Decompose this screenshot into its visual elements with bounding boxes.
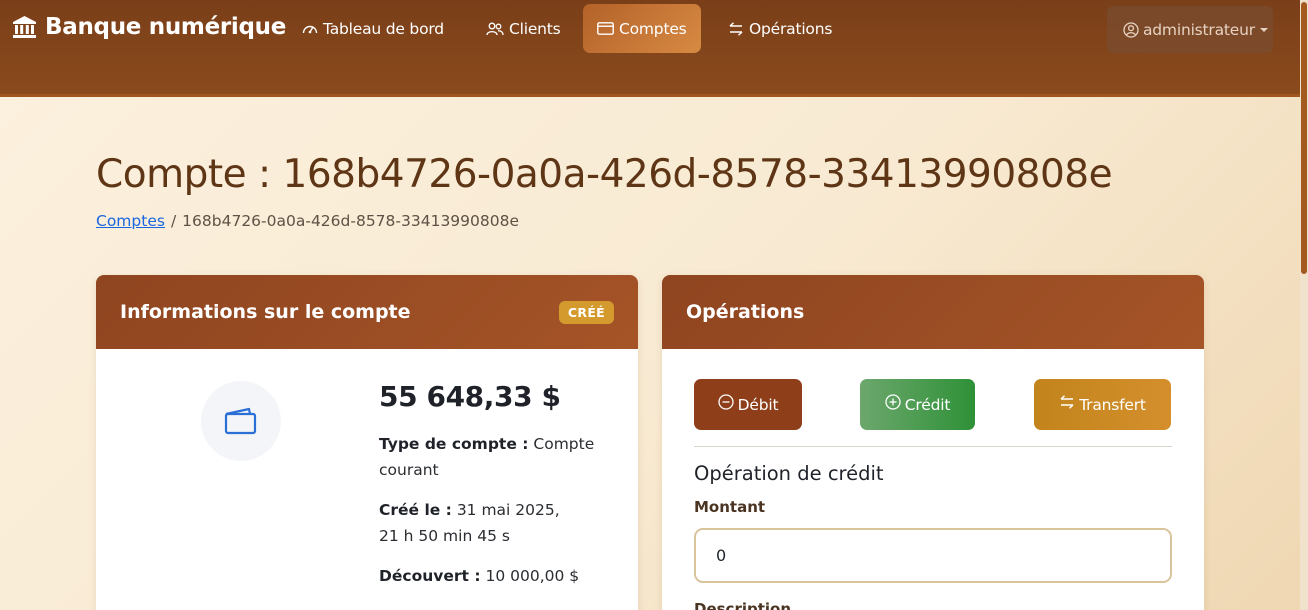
card-title: Informations sur le compte xyxy=(120,301,411,323)
nav-label: Opérations xyxy=(749,19,833,38)
nav-label: Tableau de bord xyxy=(323,19,444,38)
debit-button[interactable]: Débit xyxy=(694,379,802,430)
overdraft-label: Découvert : xyxy=(379,567,481,585)
credit-label: Crédit xyxy=(904,395,951,414)
account-avatar xyxy=(201,381,281,461)
nav-label: Clients xyxy=(509,19,561,38)
arrows-exchange-icon xyxy=(1060,394,1074,409)
nav-comptes[interactable]: Comptes xyxy=(583,4,701,53)
scrollbar-thumb[interactable] xyxy=(1301,2,1307,274)
created-row: Créé le : 31 mai 2025, 21 h 50 min 45 s xyxy=(379,497,609,549)
overdraft-row: Découvert : 10 000,00 $ xyxy=(379,563,609,589)
credit-button[interactable]: Crédit xyxy=(860,379,975,430)
nav-clients[interactable]: Clients xyxy=(472,4,575,53)
chevron-down-icon xyxy=(1259,27,1268,32)
account-balance: 55 648,33 $ xyxy=(379,380,561,413)
card-icon xyxy=(597,22,614,35)
people-icon xyxy=(486,22,504,35)
amount-label: Montant xyxy=(694,498,766,516)
transfer-label: Transfert xyxy=(1079,395,1146,414)
debit-label: Débit xyxy=(737,395,779,414)
divider xyxy=(694,446,1172,447)
operation-type-buttons: Débit Crédit Transfert xyxy=(694,379,1172,430)
transfer-button[interactable]: Transfert xyxy=(1034,379,1171,430)
top-navbar: Banque numérique Tableau de bord Clients… xyxy=(0,0,1308,97)
scrollbar[interactable] xyxy=(1300,0,1308,610)
card-header: Opérations xyxy=(662,275,1204,349)
arrows-exchange-icon xyxy=(729,21,743,36)
card-header: Informations sur le compte CRÉÉ xyxy=(96,275,638,349)
minus-circle-icon xyxy=(717,393,734,410)
breadcrumb-link-comptes[interactable]: Comptes xyxy=(96,212,165,230)
nav-label: Comptes xyxy=(619,19,687,38)
page-title: Compte : 168b4726-0a0a-426d-8578-3341399… xyxy=(96,152,1113,197)
account-details: 55 648,33 $ Type de compte : Compte cour… xyxy=(379,380,609,589)
user-circle-icon xyxy=(1123,21,1139,38)
breadcrumb: Comptes / 168b4726-0a0a-426d-8578-33413990… xyxy=(96,212,519,230)
operations-card: Opérations Débit Crédit Transfert Opérat… xyxy=(662,275,1204,610)
account-type-row: Type de compte : Compte courant xyxy=(379,431,609,483)
account-info-card: Informations sur le compte CRÉÉ 55 648,3… xyxy=(96,275,638,610)
created-time: 21 h 50 min 45 s xyxy=(379,527,510,545)
account-type-label: Type de compte : xyxy=(379,435,529,453)
description-label: Description xyxy=(694,600,792,610)
status-badge: CRÉÉ xyxy=(558,300,614,324)
nav-tableau-de-bord[interactable]: Tableau de bord xyxy=(288,4,458,53)
breadcrumb-current: 168b4726-0a0a-426d-8578-33413990808e xyxy=(182,212,520,230)
card-title: Opérations xyxy=(686,301,805,323)
user-menu-dropdown[interactable]: administrateur xyxy=(1107,6,1273,53)
bank-icon xyxy=(13,16,36,38)
created-date: 31 mai 2025, xyxy=(456,501,560,519)
amount-input[interactable] xyxy=(694,528,1172,583)
operation-section-title: Opération de crédit xyxy=(694,462,884,485)
nav-operations[interactable]: Opérations xyxy=(714,4,846,53)
breadcrumb-separator: / xyxy=(170,212,177,230)
speedometer-icon xyxy=(302,25,318,33)
created-label: Créé le : xyxy=(379,501,452,519)
plus-circle-icon xyxy=(885,393,901,410)
brand[interactable]: Banque numérique xyxy=(12,14,286,40)
overdraft-value: 10 000,00 $ xyxy=(485,567,580,585)
brand-name: Banque numérique xyxy=(45,14,287,40)
user-name: administrateur xyxy=(1143,20,1255,39)
wallet-icon xyxy=(224,407,257,435)
